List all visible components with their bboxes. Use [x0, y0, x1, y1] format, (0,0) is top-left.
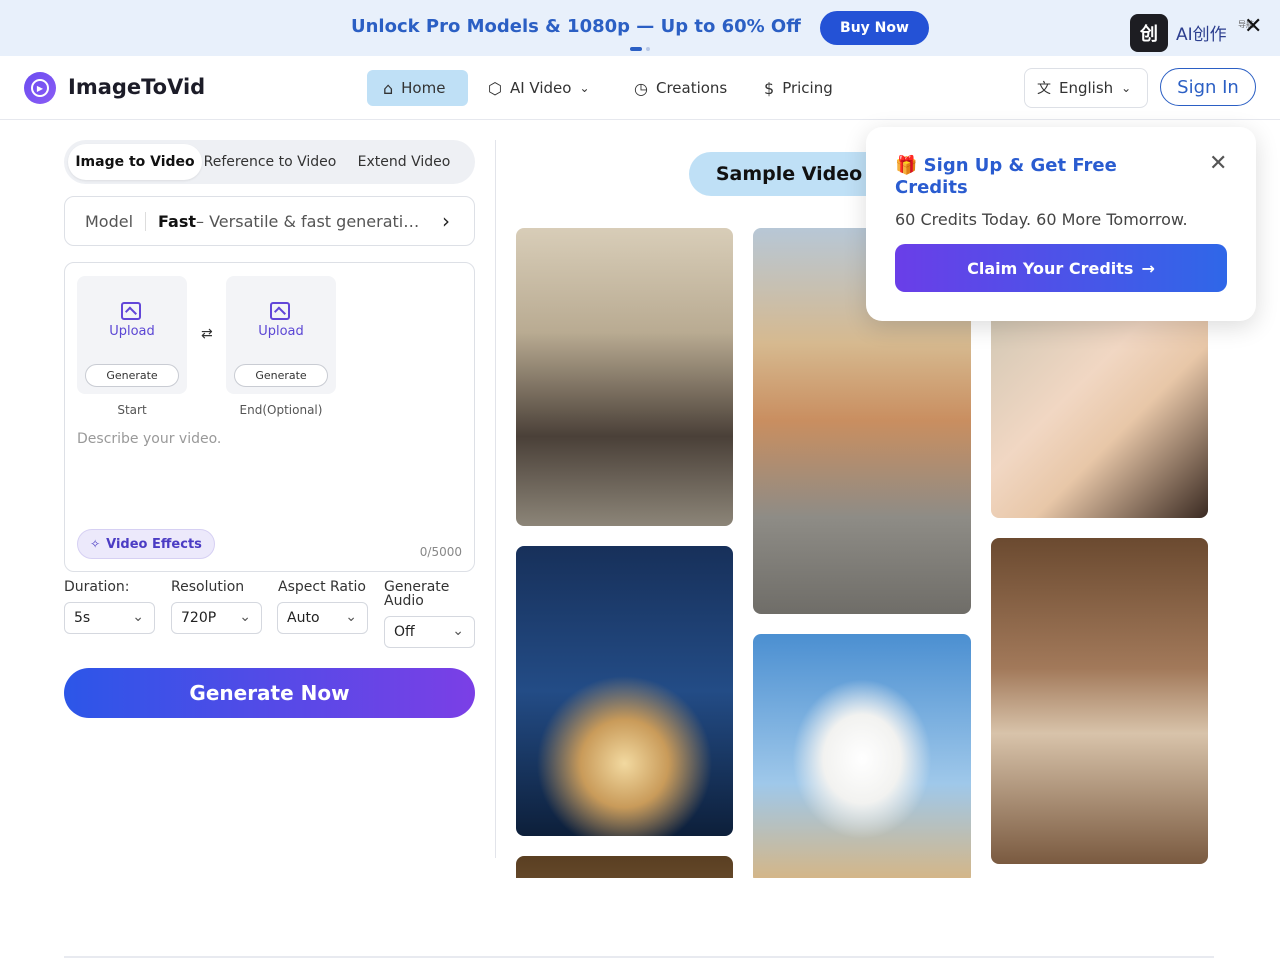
duration-option: Duration:: [64, 580, 130, 594]
close-icon[interactable]: ✕: [1209, 151, 1227, 176]
nav-label: Creations: [655, 79, 728, 97]
close-icon[interactable]: ✕: [1244, 14, 1262, 40]
panel-divider: [495, 140, 496, 858]
ai-nav-text[interactable]: AI创作: [1176, 20, 1227, 45]
language-select[interactable]: 文 English ⌄: [1024, 68, 1148, 108]
option-label: Aspect Ratio: [278, 579, 366, 595]
video-effects-button[interactable]: ✧ Video Effects: [77, 529, 215, 559]
tab-extend-video[interactable]: Extend Video: [340, 144, 468, 180]
language-label: English: [1059, 79, 1114, 97]
nav-creations[interactable]: ◷ Creations: [618, 70, 743, 106]
sample-video-thumbnail[interactable]: [991, 300, 1208, 518]
select-value: 5s: [74, 610, 91, 626]
tab-reference-to-video[interactable]: Reference to Video: [202, 144, 338, 180]
sparkle-icon: ✧: [90, 537, 101, 551]
upload-label: Upload: [258, 324, 304, 339]
footer-divider: [64, 956, 1214, 958]
option-label: Generate Audio: [384, 579, 450, 609]
sample-video-button[interactable]: Sample Video: [689, 152, 889, 196]
carousel-dot[interactable]: [630, 47, 642, 51]
resolution-select[interactable]: 720P ⌄: [171, 602, 262, 634]
sample-video-thumbnail[interactable]: [753, 634, 971, 878]
popup-title: 🎁 Sign Up & Get Free Credits: [895, 155, 1117, 198]
sample-video-thumbnail[interactable]: [516, 546, 733, 836]
select-value: 720P: [181, 610, 217, 626]
home-icon: ⌂: [383, 78, 394, 98]
nav-home[interactable]: ⌂ Home: [367, 70, 468, 106]
audio-select[interactable]: Off ⌄: [384, 616, 475, 648]
mode-tabs: Image to Video Reference to Video Extend…: [64, 140, 475, 184]
sign-in-button[interactable]: Sign In: [1160, 68, 1256, 106]
duration-select[interactable]: 5s ⌄: [64, 602, 155, 634]
model-description: – Versatile & fast generati…: [196, 211, 420, 231]
nav-ai-video[interactable]: ⬡ AI Video ⌄: [472, 70, 606, 106]
chevron-down-icon: ⌄: [452, 623, 464, 639]
sample-video-thumbnail[interactable]: [516, 228, 733, 526]
generate-now-button[interactable]: Generate Now: [64, 668, 475, 718]
prompt-panel: Upload Generate ⇄ Upload Generate Start …: [64, 262, 475, 572]
start-image-upload[interactable]: Upload Generate: [77, 276, 187, 394]
logo-icon[interactable]: ▶: [24, 72, 56, 104]
select-value: Off: [394, 624, 415, 640]
translate-icon: 文: [1037, 81, 1051, 97]
site-header: ▶ ImageToVid ⌂ Home ⬡ AI Video ⌄ ◷ Creat…: [0, 56, 1280, 120]
brand-name[interactable]: ImageToVid: [68, 75, 205, 99]
dollar-icon: $: [764, 78, 775, 98]
select-value: Auto: [287, 610, 320, 626]
carousel-dot[interactable]: [646, 47, 650, 51]
promo-banner: Unlock Pro Models & 1080p — Up to 60% Of…: [0, 0, 1280, 56]
chevron-down-icon: ⌄: [579, 81, 590, 95]
chevron-down-icon: ⌄: [345, 609, 357, 625]
tab-image-to-video[interactable]: Image to Video: [68, 144, 202, 180]
end-caption: End(Optional): [239, 403, 323, 417]
nav-pricing[interactable]: $ Pricing: [748, 70, 849, 106]
chevron-down-icon: ⌄: [239, 609, 251, 625]
chevron-right-icon: ›: [442, 209, 450, 233]
image-upload-icon: [270, 302, 290, 320]
chevron-down-icon: ⌄: [1121, 81, 1132, 95]
popup-subtitle: 60 Credits Today. 60 More Tomorrow.: [895, 210, 1188, 229]
start-caption: Start: [117, 403, 147, 417]
aspect-ratio-select[interactable]: Auto ⌄: [277, 602, 368, 634]
generate-start-image-button[interactable]: Generate: [85, 364, 179, 387]
model-label: Model: [85, 211, 147, 231]
chevron-down-icon: ⌄: [132, 609, 144, 625]
clock-icon: ◷: [634, 78, 648, 98]
resolution-option: Resolution: [171, 580, 244, 594]
image-upload-icon: [121, 302, 141, 320]
upload-label: Upload: [109, 324, 155, 339]
signup-popup: 🎁 Sign Up & Get Free Credits ✕ 60 Credit…: [866, 127, 1256, 321]
carousel-dots: [630, 47, 650, 51]
nav-label: AI Video: [509, 79, 572, 97]
prompt-input[interactable]: Describe your video.: [77, 431, 221, 447]
ai-nav-logo-icon[interactable]: 创: [1130, 14, 1168, 52]
claim-credits-button[interactable]: Claim Your Credits →: [895, 244, 1227, 292]
effects-label: Video Effects: [106, 536, 202, 552]
char-counter: 0/5000: [419, 545, 462, 559]
promo-text: Unlock Pro Models & 1080p — Up to 60% Of…: [351, 16, 801, 37]
model-name: Fast: [158, 211, 197, 231]
cube-icon: ⬡: [488, 78, 502, 98]
sample-video-thumbnail[interactable]: [516, 856, 733, 878]
arrow-right-icon: →: [1141, 258, 1155, 278]
sample-video-thumbnail[interactable]: [991, 538, 1208, 864]
aspect-ratio-option: Aspect Ratio: [278, 580, 366, 594]
generate-end-image-button[interactable]: Generate: [234, 364, 328, 387]
option-label: Duration:: [64, 579, 130, 595]
option-label: Resolution: [171, 579, 245, 595]
buy-now-button[interactable]: Buy Now: [820, 11, 929, 45]
audio-option: Generate Audio: [384, 580, 474, 608]
swap-icon[interactable]: ⇄: [201, 326, 213, 342]
nav-label: Pricing: [782, 79, 833, 97]
nav-label: Home: [401, 79, 446, 97]
end-image-upload[interactable]: Upload Generate: [226, 276, 336, 394]
model-selector[interactable]: Model Fast – Versatile & fast generati… …: [64, 196, 475, 246]
claim-label: Claim Your Credits: [967, 258, 1134, 278]
